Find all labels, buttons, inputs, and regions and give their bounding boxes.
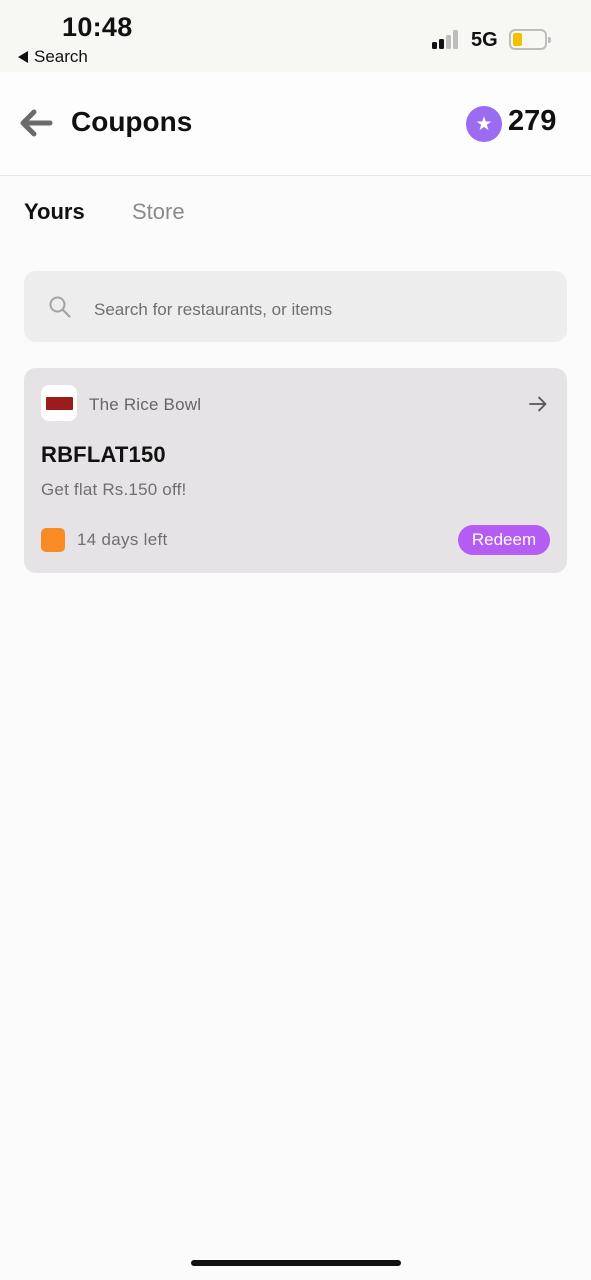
- expiry-text: 14 days left: [77, 530, 168, 549]
- battery-icon: [509, 29, 551, 50]
- signal-icon: [432, 29, 462, 49]
- tab-yours[interactable]: Yours: [24, 199, 85, 225]
- coupon-description: Get flat Rs.150 off!: [41, 480, 187, 499]
- network-type: 5G: [471, 29, 498, 51]
- back-triangle-icon: [18, 51, 28, 63]
- points-balance: 279: [508, 105, 557, 137]
- back-to-app-label: Search: [34, 47, 88, 66]
- coupon-card[interactable]: The Rice Bowl RBFLAT150 Get flat Rs.150 …: [24, 368, 567, 573]
- page-header: Coupons ★ 279: [0, 72, 591, 176]
- page-title: Coupons: [71, 106, 193, 137]
- search-placeholder: Search for restaurants, or items: [94, 300, 333, 319]
- status-bar: 10:48 Search 5G: [0, 0, 591, 72]
- expiry-icon: [41, 528, 65, 552]
- tab-store[interactable]: Store: [132, 199, 185, 225]
- coupon-code: RBFLAT150: [41, 442, 166, 467]
- restaurant-logo: [41, 385, 77, 421]
- status-time: 10:48: [62, 12, 133, 42]
- back-to-app-link[interactable]: Search: [18, 47, 88, 67]
- arrow-right-icon[interactable]: [527, 393, 549, 415]
- redeem-button[interactable]: Redeem: [458, 525, 550, 555]
- search-input[interactable]: Search for restaurants, or items: [24, 271, 567, 342]
- restaurant-name: The Rice Bowl: [89, 395, 202, 414]
- back-arrow-icon[interactable]: [16, 103, 56, 143]
- home-indicator[interactable]: [191, 1260, 401, 1266]
- search-icon: [49, 296, 71, 318]
- star-icon: ★: [466, 106, 502, 142]
